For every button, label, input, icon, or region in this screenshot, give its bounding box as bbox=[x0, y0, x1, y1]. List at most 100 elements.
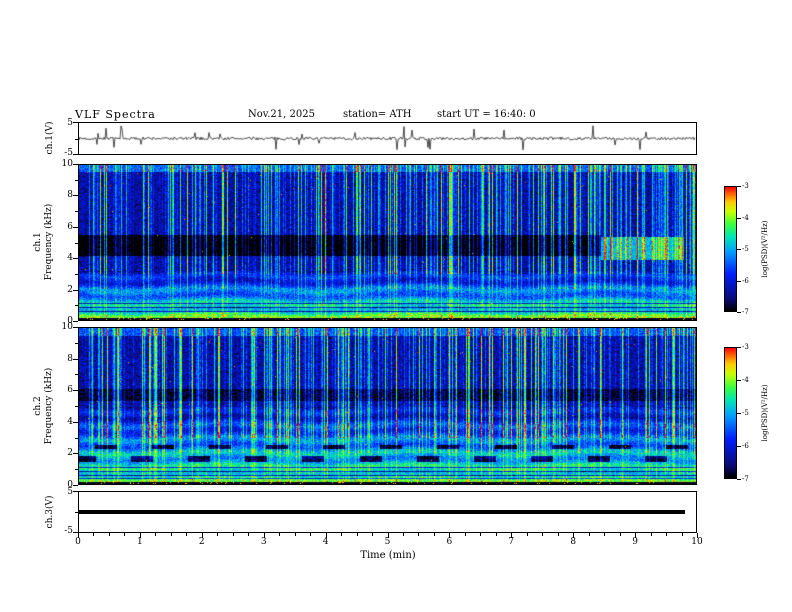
ch1-spectrogram-axis-label: ch.1 Frequency (kHz) bbox=[33, 204, 55, 281]
colorbar-tick-label: -6 bbox=[742, 276, 749, 285]
ch2-freq-minor-tick bbox=[75, 374, 78, 376]
ch1-colorbar-label: log(PSD)(V²/Hz) bbox=[761, 220, 769, 278]
ch3-flatline-trace bbox=[79, 510, 685, 514]
time-minor-tick bbox=[341, 533, 343, 536]
vlf-spectra-figure: VLF Spectra Nov.21, 2025 station= ATH st… bbox=[0, 0, 792, 612]
ch2-freq-tick-label: 10 bbox=[61, 322, 73, 332]
time-major-tick bbox=[263, 533, 265, 538]
colorbar-tick bbox=[737, 186, 741, 187]
colorbar-tick bbox=[737, 446, 741, 447]
time-minor-tick bbox=[217, 533, 219, 536]
ch2-freq-major-tick bbox=[73, 421, 78, 423]
time-minor-tick bbox=[356, 533, 358, 536]
ch1-freq-tick-label: 8 bbox=[67, 190, 73, 201]
time-major-tick bbox=[511, 533, 513, 538]
ch2-freq-major-tick bbox=[73, 358, 78, 360]
ch2-freq-major-tick bbox=[73, 327, 78, 328]
colorbar-tick-label: -3 bbox=[742, 343, 749, 351]
time-minor-tick bbox=[588, 533, 590, 536]
time-minor-tick bbox=[93, 533, 95, 536]
time-tick-label: 2 bbox=[198, 537, 205, 547]
time-tick-label: 9 bbox=[632, 537, 638, 547]
colorbar-tick bbox=[737, 380, 741, 381]
time-tick-label: 7 bbox=[508, 537, 515, 547]
time-minor-tick bbox=[480, 533, 482, 536]
ch2-freq-tick-label: 4 bbox=[67, 416, 73, 427]
ch1-freq-major-tick bbox=[73, 321, 78, 322]
ch2-freq-major-tick bbox=[73, 485, 78, 486]
time-major-tick bbox=[697, 533, 698, 538]
plot-start-ut: start UT = 16:40: 0 bbox=[437, 109, 536, 120]
ch1-volt-max-label: 5 bbox=[67, 118, 73, 128]
time-minor-tick bbox=[495, 533, 497, 536]
ch1-volt-tick-mid bbox=[75, 138, 78, 140]
ch1-freq-major-tick bbox=[73, 258, 78, 260]
ch3-volt-tick-bot bbox=[73, 532, 78, 533]
time-minor-tick bbox=[248, 533, 250, 536]
time-major-tick bbox=[573, 533, 575, 538]
time-minor-tick bbox=[557, 533, 559, 536]
time-minor-tick bbox=[666, 533, 668, 536]
time-minor-tick bbox=[619, 533, 621, 536]
time-major-tick bbox=[635, 533, 637, 538]
time-minor-tick bbox=[433, 533, 435, 536]
time-tick-label: 5 bbox=[384, 537, 391, 547]
time-tick-label: 10 bbox=[691, 537, 703, 547]
time-tick-label: 4 bbox=[322, 537, 329, 547]
time-tick-label: 0 bbox=[75, 537, 81, 547]
colorbar-tick bbox=[737, 347, 741, 348]
plot-date: Nov.21, 2025 bbox=[248, 109, 315, 120]
ch2-freq-minor-tick bbox=[75, 437, 78, 439]
time-minor-tick bbox=[232, 533, 234, 536]
time-minor-tick bbox=[124, 533, 126, 536]
ch1-freq-tick-label: 2 bbox=[67, 284, 73, 295]
ch1-waveform-panel bbox=[78, 122, 697, 155]
time-major-tick bbox=[449, 533, 451, 538]
ch3-volt-min-label: -5 bbox=[64, 526, 73, 536]
ch2-label: ch.2 bbox=[33, 396, 43, 416]
time-major-tick bbox=[201, 533, 203, 538]
ch2-freq-major-tick bbox=[73, 390, 78, 392]
time-minor-tick bbox=[418, 533, 420, 536]
ch3-waveform-panel bbox=[78, 491, 697, 533]
colorbar-tick-label: -4 bbox=[742, 213, 749, 222]
ch1-label: ch.1 bbox=[33, 232, 43, 252]
colorbar-tick-label: -5 bbox=[742, 245, 749, 253]
ch2-freq-minor-tick bbox=[75, 342, 78, 344]
time-minor-tick bbox=[650, 533, 652, 536]
ch2-freq-tick-label: 6 bbox=[67, 385, 73, 396]
ch3-volt-tick-top bbox=[73, 491, 78, 492]
time-tick-label: 1 bbox=[137, 537, 143, 547]
ch2-spectrogram-axis-label: ch.2 Frequency (kHz) bbox=[33, 368, 55, 445]
time-minor-tick bbox=[604, 533, 606, 536]
time-minor-tick bbox=[155, 533, 157, 536]
time-major-tick bbox=[387, 533, 389, 538]
ch1-freq-tick-label: 6 bbox=[67, 221, 73, 232]
ch2-frequency-axis-label: Frequency (kHz) bbox=[44, 367, 54, 445]
time-major-tick bbox=[78, 533, 79, 538]
plot-station: station= ATH bbox=[343, 109, 412, 120]
time-minor-tick bbox=[464, 533, 466, 536]
colorbar-tick bbox=[737, 479, 741, 480]
time-tick-label: 3 bbox=[260, 537, 267, 547]
ch1-freq-major-tick bbox=[73, 195, 78, 197]
time-minor-tick bbox=[108, 533, 110, 536]
ch1-spectrogram-canvas bbox=[79, 165, 696, 320]
ch2-freq-tick-label: 8 bbox=[67, 353, 73, 364]
colorbar-tick-label: -7 bbox=[742, 308, 749, 316]
time-minor-tick bbox=[372, 533, 374, 536]
time-tick-label: 8 bbox=[570, 537, 577, 547]
ch1-volt-tick-top bbox=[73, 122, 78, 123]
ch2-freq-tick-label: 2 bbox=[67, 448, 73, 459]
plot-title: VLF Spectra bbox=[75, 108, 156, 121]
time-minor-tick bbox=[542, 533, 544, 536]
time-minor-tick bbox=[294, 533, 296, 536]
ch2-spectrogram-canvas bbox=[79, 328, 696, 484]
ch1-waveform-canvas bbox=[79, 123, 696, 154]
ch1-freq-minor-tick bbox=[75, 179, 78, 181]
ch1-freq-minor-tick bbox=[75, 305, 78, 307]
colorbar-tick bbox=[737, 413, 741, 414]
colorbar-tick bbox=[737, 312, 741, 313]
ch2-freq-minor-tick bbox=[75, 406, 78, 407]
time-major-tick bbox=[139, 533, 141, 538]
